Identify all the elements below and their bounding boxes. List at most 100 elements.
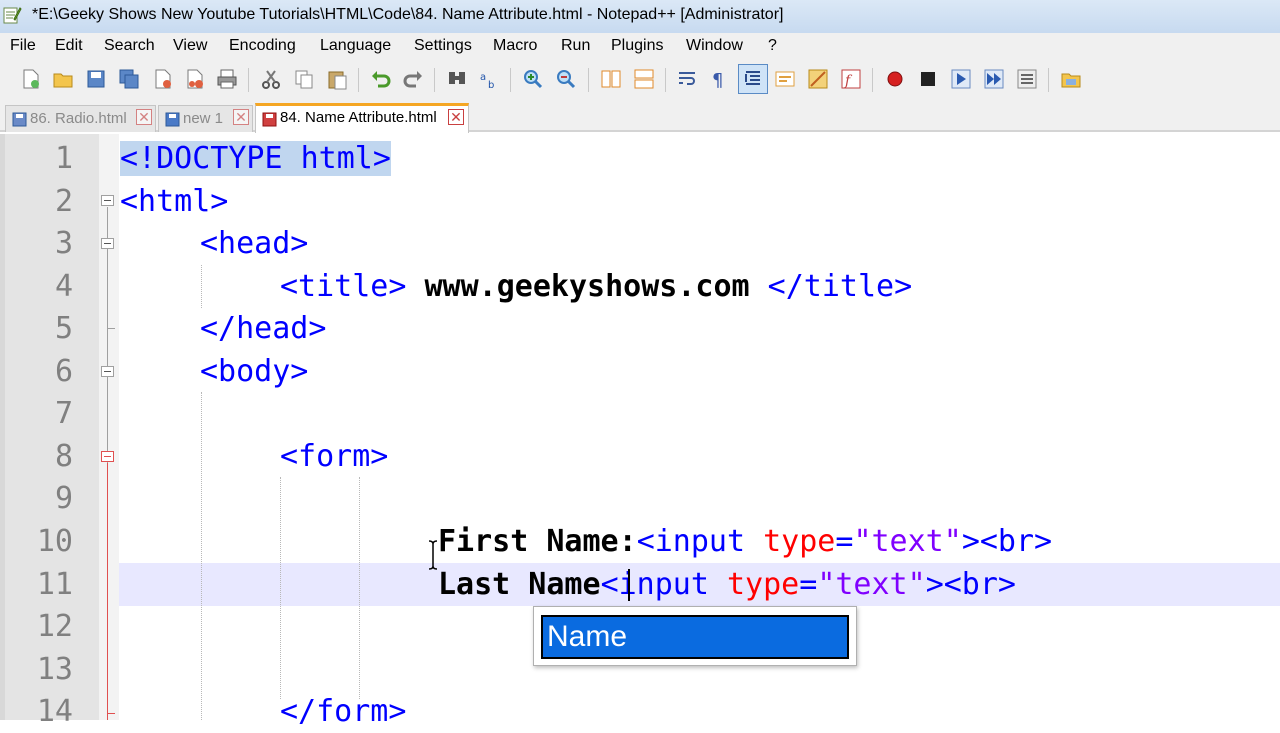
title-text: www.geekyshows.com [406,269,768,304]
paste-icon[interactable] [326,68,348,90]
html-tag: <html> [120,184,229,219]
tab-label: 84. Name Attribute.html [280,109,437,126]
notepad-app-icon [3,7,22,24]
line-number: 12 [36,609,73,644]
record-macro-icon[interactable] [884,68,906,90]
playback-macro-icon[interactable] [950,68,972,90]
replace-icon[interactable]: ab [478,68,500,90]
close-all-icon[interactable] [184,68,206,90]
tab-bar: 86. Radio.html ✕ new 1 ✕ 84. Name Attrib… [0,100,1280,133]
indent-guide [359,477,360,699]
svg-text:¶: ¶ [712,70,723,90]
tab-close-icon[interactable]: ✕ [233,109,249,125]
fold-body-icon[interactable] [101,366,114,377]
show-all-characters-icon[interactable]: ¶ [708,68,730,90]
input-tag: <input [636,524,764,559]
code-line-10: First Name:<input type="text"><br> [438,520,1052,563]
fold-html-icon[interactable] [101,195,114,206]
head-tag: <head> [200,226,309,261]
line-number: 10 [36,524,73,559]
toolbar-separator [510,68,511,92]
user-defined-language-icon[interactable] [774,68,796,90]
sync-vertical-icon[interactable] [600,68,622,90]
code-line-6: <body> [200,350,308,393]
undo-icon[interactable] [370,68,392,90]
copy-icon[interactable] [293,68,315,90]
text-caret [628,569,630,601]
tab-close-icon[interactable]: ✕ [136,109,152,125]
title-close-tag: </title> [767,269,913,304]
fold-end-tick [107,328,115,329]
toolbar-separator [588,68,589,92]
indent-guide-icon [745,71,760,85]
line-number: 7 [54,396,73,431]
print-icon[interactable] [216,68,238,90]
autocomplete-item[interactable]: Name [541,615,849,659]
menu-language[interactable]: Language [320,37,391,55]
type-attribute: type [763,524,836,559]
body-tag: <body> [200,354,309,389]
save-all-icon[interactable] [118,68,140,90]
form-tag: <form> [280,439,389,474]
word-wrap-icon[interactable] [676,68,698,90]
close-file-icon[interactable] [152,68,174,90]
attribute-value: "text" [853,524,962,559]
stop-recording-icon[interactable] [917,68,939,90]
toolbar-separator [248,68,249,92]
redo-icon[interactable] [402,68,424,90]
tab-new-1[interactable]: new 1 ✕ [158,105,253,132]
line-number: 3 [54,226,73,261]
br-tag: ><br> [961,524,1053,559]
unsaved-file-icon [262,112,277,127]
menu-edit[interactable]: Edit [55,37,83,55]
menu-file[interactable]: File [10,37,36,55]
tab-name-attribute-html[interactable]: 84. Name Attribute.html ✕ [255,103,469,133]
menu-view[interactable]: View [173,37,207,55]
new-file-icon[interactable] [20,68,42,90]
open-file-icon[interactable] [52,68,74,90]
zoom-in-icon[interactable] [522,68,544,90]
document-map-icon[interactable] [807,68,829,90]
menu-bar: File Edit Search View Encoding Language … [0,33,1280,61]
cut-icon[interactable] [260,68,282,90]
fold-margin [99,134,119,720]
run-macro-multiple-icon[interactable] [983,68,1005,90]
menu-search[interactable]: Search [104,37,155,55]
menu-help[interactable]: ? [768,37,777,55]
open-folder-icon[interactable] [1060,68,1082,90]
fold-head-icon[interactable] [101,238,114,249]
menu-window[interactable]: Window [686,37,743,55]
line-number: 9 [54,481,73,516]
find-icon[interactable] [446,68,468,90]
form-close-tag: </form> [280,694,407,729]
svg-text:b: b [488,80,494,90]
doctype-declaration: <!DOCTYPE html> [120,141,391,176]
line-number: 2 [54,184,73,219]
sync-horizontal-icon[interactable] [633,68,655,90]
tab-close-icon[interactable]: ✕ [448,109,464,125]
toolbar-separator [434,68,435,92]
title-open-tag: <title> [280,269,407,304]
code-line-3: <head> [200,222,308,265]
indent-guide [201,392,202,720]
toolbar-separator [872,68,873,92]
line-number: 4 [54,269,73,304]
menu-settings[interactable]: Settings [414,37,472,55]
menu-plugins[interactable]: Plugins [611,37,663,55]
ibeam-cursor-icon [428,540,438,570]
zoom-out-icon[interactable] [555,68,577,90]
autocomplete-popup: Name [533,606,857,666]
fold-form-icon[interactable] [101,451,114,462]
line-number: 8 [54,439,73,474]
tab-label: 86. Radio.html [30,110,127,127]
last-name-text: Last Name [438,567,601,602]
function-list-icon[interactable]: f [840,68,862,90]
menu-macro[interactable]: Macro [493,37,537,55]
menu-run[interactable]: Run [561,37,590,55]
menu-encoding[interactable]: Encoding [229,37,296,55]
tab-radio-html[interactable]: 86. Radio.html ✕ [5,105,156,132]
toolbar-separator [1048,68,1049,92]
attribute-value: "text" [817,567,926,602]
save-macro-icon[interactable] [1016,68,1038,90]
save-icon[interactable] [85,68,107,90]
